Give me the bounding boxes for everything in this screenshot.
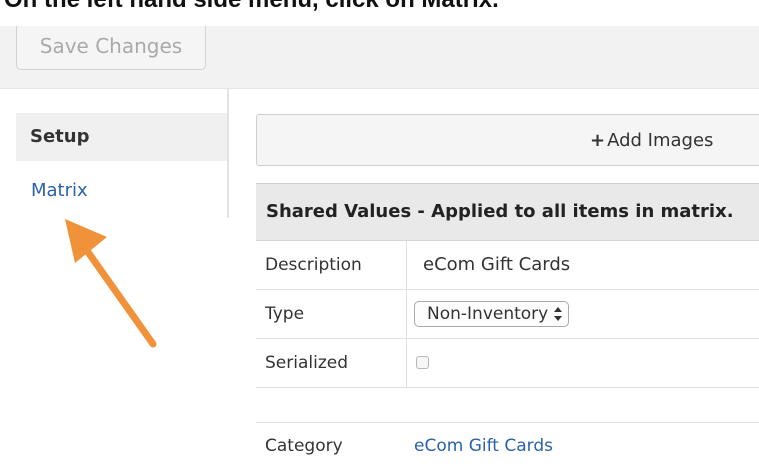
add-images-label: + Add Images — [590, 115, 713, 167]
shared-values-table: Description eCom Gift Cards Type Non-Inv… — [256, 241, 759, 388]
sidebar-item-matrix[interactable]: Matrix — [31, 180, 88, 201]
description-field[interactable]: eCom Gift Cards — [423, 241, 570, 289]
select-updown-icon — [554, 307, 563, 321]
type-select[interactable]: Non-Inventory — [414, 301, 570, 327]
add-images-text: Add Images — [607, 130, 714, 151]
type-label: Type — [265, 304, 305, 324]
column-divider — [406, 241, 407, 289]
add-images-button[interactable]: + Add Images — [256, 114, 759, 166]
category-link[interactable]: eCom Gift Cards — [414, 423, 553, 469]
toolbar: Save Changes — [0, 26, 759, 89]
table-row-category: Category eCom Gift Cards — [256, 422, 759, 471]
sidebar-heading-setup: Setup — [16, 113, 227, 161]
save-changes-button[interactable]: Save Changes — [16, 26, 206, 70]
sidebar-divider — [227, 88, 229, 218]
instruction-caption: On the left hand side menu, click on Mat… — [0, 0, 759, 26]
category-label: Category — [265, 436, 343, 456]
instruction-text: On the left hand side menu, click on Mat… — [4, 0, 499, 14]
table-row-description: Description eCom Gift Cards — [256, 241, 759, 290]
column-divider — [406, 290, 407, 338]
table-row-type: Type Non-Inventory — [256, 290, 759, 339]
description-label: Description — [265, 255, 362, 275]
shared-values-header: Shared Values - Applied to all items in … — [256, 183, 759, 241]
type-select-value: Non-Inventory — [427, 304, 549, 324]
serialized-checkbox[interactable] — [416, 356, 429, 369]
table-row-serialized: Serialized — [256, 339, 759, 388]
serialized-label: Serialized — [265, 353, 348, 373]
annotation-arrow-icon — [65, 219, 157, 348]
sidebar: Setup Matrix — [0, 88, 227, 218]
column-divider — [406, 339, 407, 387]
plus-icon: + — [590, 130, 606, 151]
